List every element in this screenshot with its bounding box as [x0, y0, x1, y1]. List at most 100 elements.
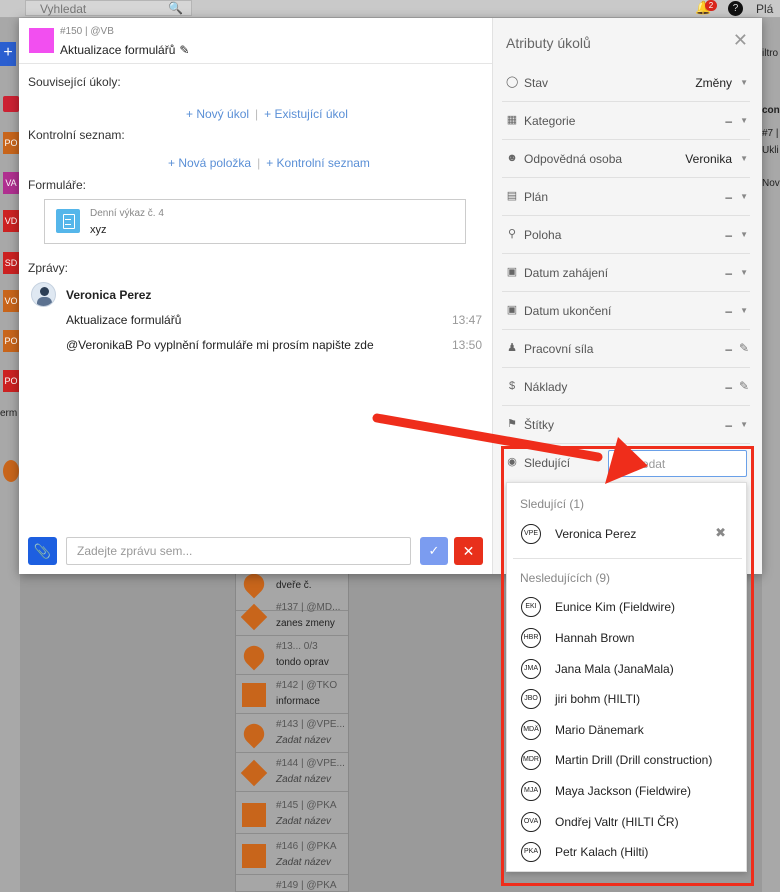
task-marker	[240, 759, 268, 787]
map-marker[interactable]	[3, 96, 19, 112]
task-card[interactable]: #145 | @PKA Zadat název	[236, 797, 348, 834]
cancel-button[interactable]: ✕	[454, 537, 483, 565]
attr-label: Štítky	[524, 418, 555, 432]
eye-icon: ◉	[507, 456, 517, 468]
task-card[interactable]: #146 | @PKA Zadat název	[236, 838, 348, 875]
chevron-down-icon: ▼	[740, 268, 748, 277]
task-card-meta: #13... 0/3	[276, 641, 318, 652]
attr-value: –	[725, 114, 732, 128]
send-button[interactable]: ✓	[420, 537, 448, 565]
watcher-item[interactable]: VPE Veronica Perez ✖	[507, 519, 746, 549]
task-card[interactable]: #13... 0/3 tondo oprav	[236, 638, 348, 675]
attr-value: –	[725, 380, 732, 394]
avatar	[31, 282, 56, 307]
dollar-icon: $	[508, 380, 516, 392]
attr-label: Plán	[524, 190, 549, 204]
task-card[interactable]: #149 | @PKA	[236, 877, 348, 892]
add-checklist-link[interactable]: + Kontrolní seznam	[266, 156, 370, 170]
chevron-down-icon: ▼	[740, 306, 748, 315]
user-name: Eunice Kim (Fieldwire)	[555, 600, 676, 614]
task-card[interactable]: #143 | @VPE... Zadat název	[236, 716, 348, 753]
map-marker[interactable]: VA	[3, 172, 19, 194]
attr-tags[interactable]: ⚑ Štítky – ▼	[502, 406, 750, 444]
attr-value: –	[725, 304, 732, 318]
attr-start-date[interactable]: ▣ Datum zahájení – ▼	[502, 254, 750, 292]
chevron-down-icon: ▼	[740, 154, 748, 163]
message-time: 13:47	[451, 313, 482, 327]
task-marker	[242, 844, 266, 868]
map-marker[interactable]: VO	[3, 290, 19, 312]
new-task-link[interactable]: + Nový úkol	[186, 107, 249, 121]
form-card[interactable]: Denní výkaz č. 4 xyz	[44, 199, 466, 244]
existing-task-link[interactable]: + Existující úkol	[264, 107, 348, 121]
watcher-name: Veronica Perez	[555, 527, 637, 541]
map-marker[interactable]: VD	[3, 210, 19, 232]
remove-icon[interactable]: ✖	[715, 525, 726, 541]
task-marker	[239, 719, 269, 749]
pencil-icon[interactable]: ✎	[739, 341, 749, 355]
attr-responsible[interactable]: ☻ Odpovědná osoba Veronika ▼	[502, 140, 750, 178]
map-marker[interactable]: SD	[3, 252, 19, 274]
non-watcher-item[interactable]: MJA Maya Jackson (Fieldwire)	[507, 776, 746, 806]
attr-status[interactable]: ◯ Stav Změny ▼	[502, 64, 750, 102]
attr-end-date[interactable]: ▣ Datum ukončení – ▼	[502, 292, 750, 330]
close-icon[interactable]: ✕	[733, 30, 748, 51]
app-top-bar: Vyhledat 🔍 🔔 2 ? Plá	[0, 0, 780, 18]
attr-value: –	[725, 418, 732, 432]
not-following-heading: Nesledujících (9)	[520, 571, 611, 585]
map-marker[interactable]: PO	[3, 132, 19, 154]
app-search-box[interactable]: Vyhledat 🔍	[25, 0, 192, 16]
help-icon[interactable]: ?	[728, 1, 743, 16]
add-button[interactable]: +	[0, 42, 16, 66]
message-input[interactable]	[66, 537, 411, 565]
non-watcher-item[interactable]: HBR Hannah Brown	[507, 623, 746, 653]
user-initials: EKI	[521, 597, 541, 617]
attr-value: –	[725, 342, 732, 356]
non-watcher-item[interactable]: JMA Jana Mala (JanaMala)	[507, 654, 746, 684]
map-marker[interactable]: PO	[3, 330, 19, 352]
watchers-search-input[interactable]	[608, 450, 747, 477]
pencil-icon[interactable]: ✎	[179, 43, 189, 57]
people-icon: ♟	[507, 342, 517, 354]
attach-button[interactable]: 📎	[28, 537, 57, 565]
attr-workforce[interactable]: ♟ Pracovní síla – ✎	[502, 330, 750, 368]
task-card-name: Zadat název	[276, 735, 332, 746]
task-card[interactable]: #137 | @MD... zanes zmeny	[236, 599, 348, 636]
task-title-row[interactable]: Aktualizace formulářů ✎	[60, 43, 189, 57]
message-text: Aktualizace formulářů	[66, 313, 182, 327]
non-watcher-item[interactable]: OVA Ondřej Valtr (HILTI ČR)	[507, 807, 746, 837]
user-name: Mario Dänemark	[555, 723, 644, 737]
task-card-name: Zadat název	[276, 816, 332, 827]
task-card-name: Zadat název	[276, 857, 332, 868]
attr-label: Kategorie	[524, 114, 576, 128]
non-watcher-item[interactable]: EKI Eunice Kim (Fieldwire)	[507, 592, 746, 622]
non-watcher-item[interactable]: MDÄ Mario Dänemark	[507, 715, 746, 745]
non-watcher-item[interactable]: JBO jiri bohm (HILTI)	[507, 684, 746, 714]
task-card-meta: #144 | @VPE...	[276, 758, 345, 769]
user-initials: MDR	[521, 750, 541, 770]
user-initials: JMA	[521, 659, 541, 679]
task-color-swatch[interactable]	[29, 28, 54, 53]
search-icon[interactable]: 🔍	[168, 1, 183, 15]
user-name: Petr Kalach (Hilti)	[555, 845, 649, 859]
map-marker[interactable]	[3, 460, 19, 482]
non-watcher-item[interactable]: PKA Petr Kalach (Hilti)	[507, 837, 746, 867]
message-time: 13:50	[451, 338, 482, 352]
attr-category[interactable]: ▦ Kategorie – ▼	[502, 102, 750, 140]
new-item-link[interactable]: + Nová položka	[168, 156, 251, 170]
message-author: Veronica Perez	[66, 288, 152, 302]
form-meta: Denní výkaz č. 4	[90, 208, 164, 219]
attr-value: –	[725, 266, 732, 280]
calendar-icon: ▣	[506, 266, 518, 278]
following-heading: Sledující (1)	[520, 497, 585, 511]
attr-costs[interactable]: $ Náklady – ✎	[502, 368, 750, 406]
attr-plan[interactable]: ▤ Plán – ▼	[502, 178, 750, 216]
task-card[interactable]: #142 | @TKO informace	[236, 677, 348, 714]
pencil-icon[interactable]: ✎	[739, 379, 749, 393]
non-watcher-item[interactable]: MDR Martin Drill (Drill construction)	[507, 745, 746, 775]
task-card[interactable]: #144 | @VPE... Zadat název	[236, 755, 348, 792]
app-right-text: Nov	[762, 178, 780, 189]
chevron-down-icon: ▼	[740, 192, 748, 201]
attr-location[interactable]: ⚲ Poloha – ▼	[502, 216, 750, 254]
map-marker[interactable]: PO	[3, 370, 19, 392]
